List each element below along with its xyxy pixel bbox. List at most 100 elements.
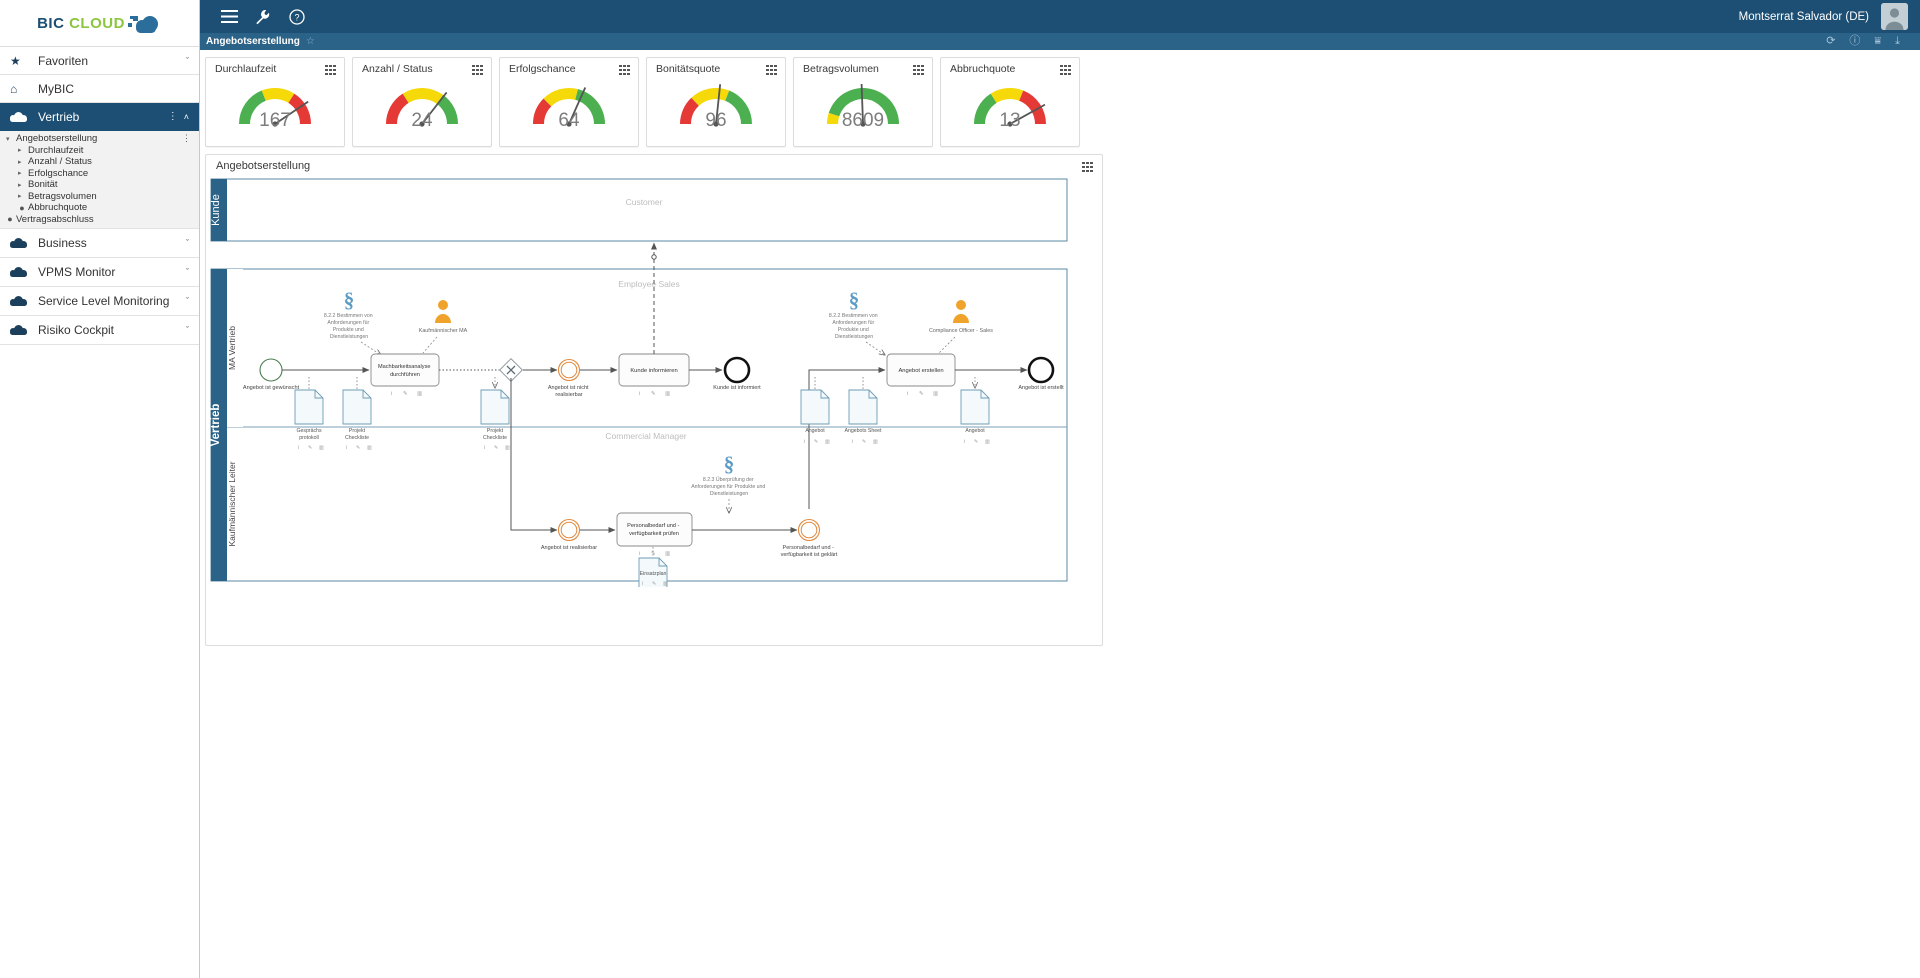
svg-text:▥: ▥ bbox=[873, 439, 878, 445]
sidebar-item-service-level-monitoring[interactable]: Service Level Monitoring ˇ bbox=[0, 287, 199, 316]
sidebar-item-favoriten[interactable]: ★ Favoriten ˇ bbox=[0, 47, 199, 75]
sidebar-item-label: Risiko Cockpit bbox=[38, 323, 115, 337]
gauge-card-durchlaufzeit[interactable]: Durchlaufzeit 167 bbox=[205, 57, 345, 147]
pool-label-vertrieb: Vertrieb bbox=[210, 404, 222, 447]
tree-item-erfolgschance[interactable]: ▸ Erfolgschance bbox=[0, 168, 199, 180]
question-circle-icon[interactable]: ? bbox=[280, 0, 314, 33]
gauge-value: 13 bbox=[999, 110, 1021, 131]
gauge-grid-icon[interactable] bbox=[619, 65, 630, 75]
end-event-kunde-informiert bbox=[723, 356, 751, 384]
bullet-icon: ● bbox=[19, 202, 25, 213]
task-label-3: Angebot erstellen bbox=[898, 368, 943, 374]
tab-angebotserstellung[interactable]: Angebotserstellung bbox=[206, 36, 300, 47]
svg-text:i: i bbox=[639, 391, 640, 397]
document-einsatzplan: Einsatzplan i ✎ ▥ bbox=[638, 557, 668, 587]
sidebar-item-business[interactable]: Business ˇ bbox=[0, 229, 199, 258]
hamburger-icon[interactable] bbox=[212, 0, 246, 33]
favorite-star-icon[interactable]: ☆ bbox=[306, 36, 315, 47]
tree-item-label: Abbruchquote bbox=[28, 202, 88, 214]
role-label-1: Kaufmännischer MA bbox=[419, 328, 468, 334]
svg-text:▥: ▥ bbox=[933, 391, 939, 397]
svg-text:▥: ▥ bbox=[417, 391, 423, 397]
paragraph-icon-2: § bbox=[849, 288, 860, 312]
svg-text:▥: ▥ bbox=[985, 439, 990, 445]
sidebar-item-risiko-cockpit[interactable]: Risiko Cockpit ˇ bbox=[0, 316, 199, 345]
triangle-right-icon[interactable]: ▸ bbox=[18, 192, 26, 200]
wrench-icon[interactable] bbox=[246, 0, 280, 33]
gauge-title: Durchlaufzeit bbox=[215, 63, 277, 75]
triangle-right-icon[interactable]: ▸ bbox=[18, 181, 26, 189]
triangle-down-icon[interactable]: ▾ bbox=[6, 135, 14, 143]
logo-cloud-text: CLOUD bbox=[69, 14, 125, 32]
sidebar-item-vertrieb[interactable]: Vertrieb ⋮ ˄ bbox=[0, 103, 199, 131]
tree-item-abbruchquote[interactable]: ● Abbruchquote bbox=[0, 202, 199, 214]
cloud-logo-icon bbox=[127, 13, 162, 33]
sidebar-item-label: Business bbox=[38, 236, 87, 250]
chevron-up-icon[interactable]: ˄ bbox=[184, 112, 189, 122]
sidebar-item-label: Vertrieb bbox=[38, 109, 80, 124]
chevron-down-icon[interactable]: ˇ bbox=[186, 238, 189, 248]
tree-item-vertragsabschluss[interactable]: ● Vertragsabschluss bbox=[0, 214, 199, 226]
svg-text:✎: ✎ bbox=[308, 445, 312, 451]
gauge-card-betragsvolumen[interactable]: Betragsvolumen 8609 bbox=[793, 57, 933, 147]
tree-item-durchlaufzeit[interactable]: ▸ Durchlaufzeit bbox=[0, 145, 199, 157]
gauge-grid-icon[interactable] bbox=[325, 65, 336, 75]
tree-item-label: Bonität bbox=[28, 179, 58, 191]
tree-item-angebotserstellung[interactable]: ▾ Angebotserstellung ⋮ bbox=[0, 133, 199, 145]
info-icon[interactable]: ⓘ bbox=[1849, 36, 1860, 47]
chevron-down-icon[interactable]: ˇ bbox=[186, 325, 189, 335]
gauge-title: Betragsvolumen bbox=[803, 63, 879, 75]
svg-text:i: i bbox=[907, 391, 908, 397]
triangle-right-icon[interactable]: ▸ bbox=[18, 169, 26, 177]
gauge-title: Erfolgschance bbox=[509, 63, 576, 75]
cloud-icon bbox=[10, 325, 32, 335]
chevron-down-icon[interactable]: ˇ bbox=[186, 56, 189, 66]
gauge-card-abbruchquote[interactable]: Abbruchquote 13 bbox=[940, 57, 1080, 147]
sidebar-tree: ▾ Angebotserstellung ⋮ ▸ Durchlaufzeit ▸… bbox=[0, 131, 199, 229]
gauge-grid-icon[interactable] bbox=[1060, 65, 1071, 75]
tree-item-anzahl-status[interactable]: ▸ Anzahl / Status bbox=[0, 156, 199, 168]
sidebar-item-menu-icon[interactable]: ⋮ bbox=[168, 111, 178, 121]
tree-item-betragsvolumen[interactable]: ▸ Betragsvolumen bbox=[0, 191, 199, 203]
svg-text:i: i bbox=[298, 445, 299, 451]
svg-text:i: i bbox=[484, 445, 485, 451]
sidebar-item-label: Favoriten bbox=[38, 53, 89, 68]
chevron-down-icon[interactable]: ˇ bbox=[186, 267, 189, 277]
top-bar: ? Montserrat Salvador (DE) bbox=[200, 0, 1920, 33]
gauge-card-bonit-tsquote[interactable]: Bonitätsquote 96 bbox=[646, 57, 786, 147]
tree-item-bonitaet[interactable]: ▸ Bonität bbox=[0, 179, 199, 191]
bpmn-diagram[interactable]: Kunde Customer Vertrieb MA Vertrieb Kauf… bbox=[209, 177, 1099, 587]
triangle-right-icon[interactable]: ▸ bbox=[18, 146, 26, 154]
bullet-icon: ● bbox=[7, 214, 13, 225]
avatar[interactable] bbox=[1881, 3, 1908, 30]
diagram-grid-icon[interactable] bbox=[1082, 162, 1093, 172]
svg-text:i: i bbox=[964, 439, 965, 445]
event-label-geklaert: Personalbedarf und - verfügbarkeit ist g… bbox=[781, 545, 838, 558]
tree-item-menu-icon[interactable]: ⋮ bbox=[182, 134, 191, 143]
gauge-grid-icon[interactable] bbox=[913, 65, 924, 75]
lane-header-employee-sales: Employee Sales bbox=[618, 279, 679, 289]
sidebar-item-vpms-monitor[interactable]: VPMS Monitor ˇ bbox=[0, 258, 199, 287]
gauge-card-anzahl-status[interactable]: Anzahl / Status 24 bbox=[352, 57, 492, 147]
process-diagram-panel: Angebotserstellung Kunde Customer Vertri… bbox=[205, 154, 1103, 646]
sidebar-item-mybic[interactable]: ⌂ MyBIC bbox=[0, 75, 199, 103]
filter-icon[interactable]: ⩸ bbox=[1874, 36, 1881, 47]
app-logo[interactable]: BIC CLOUD bbox=[0, 0, 199, 47]
triangle-right-icon[interactable]: ▸ bbox=[18, 158, 26, 166]
download-icon[interactable]: ⤓ bbox=[1895, 36, 1900, 47]
svg-text:✎: ✎ bbox=[919, 390, 924, 397]
gauge-grid-icon[interactable] bbox=[766, 65, 777, 75]
svg-text:▥: ▥ bbox=[825, 439, 830, 445]
tree-item-label: Anzahl / Status bbox=[28, 156, 92, 168]
refresh-icon[interactable]: ⟳ bbox=[1826, 36, 1835, 47]
gauge-card-erfolgschance[interactable]: Erfolgschance 64 bbox=[499, 57, 639, 147]
sidebar-item-label: VPMS Monitor bbox=[38, 265, 116, 279]
svg-text:▥: ▥ bbox=[665, 391, 671, 397]
kpi-gauge-strip: Durchlaufzeit 167 Anzahl / Status 24 Erfol… bbox=[200, 50, 1920, 147]
svg-text:✎: ✎ bbox=[862, 439, 866, 445]
paragraph-icon-1: § bbox=[344, 288, 355, 312]
svg-text:▥: ▥ bbox=[319, 445, 324, 451]
start-event bbox=[259, 358, 283, 382]
gauge-grid-icon[interactable] bbox=[472, 65, 483, 75]
chevron-down-icon[interactable]: ˇ bbox=[186, 296, 189, 306]
